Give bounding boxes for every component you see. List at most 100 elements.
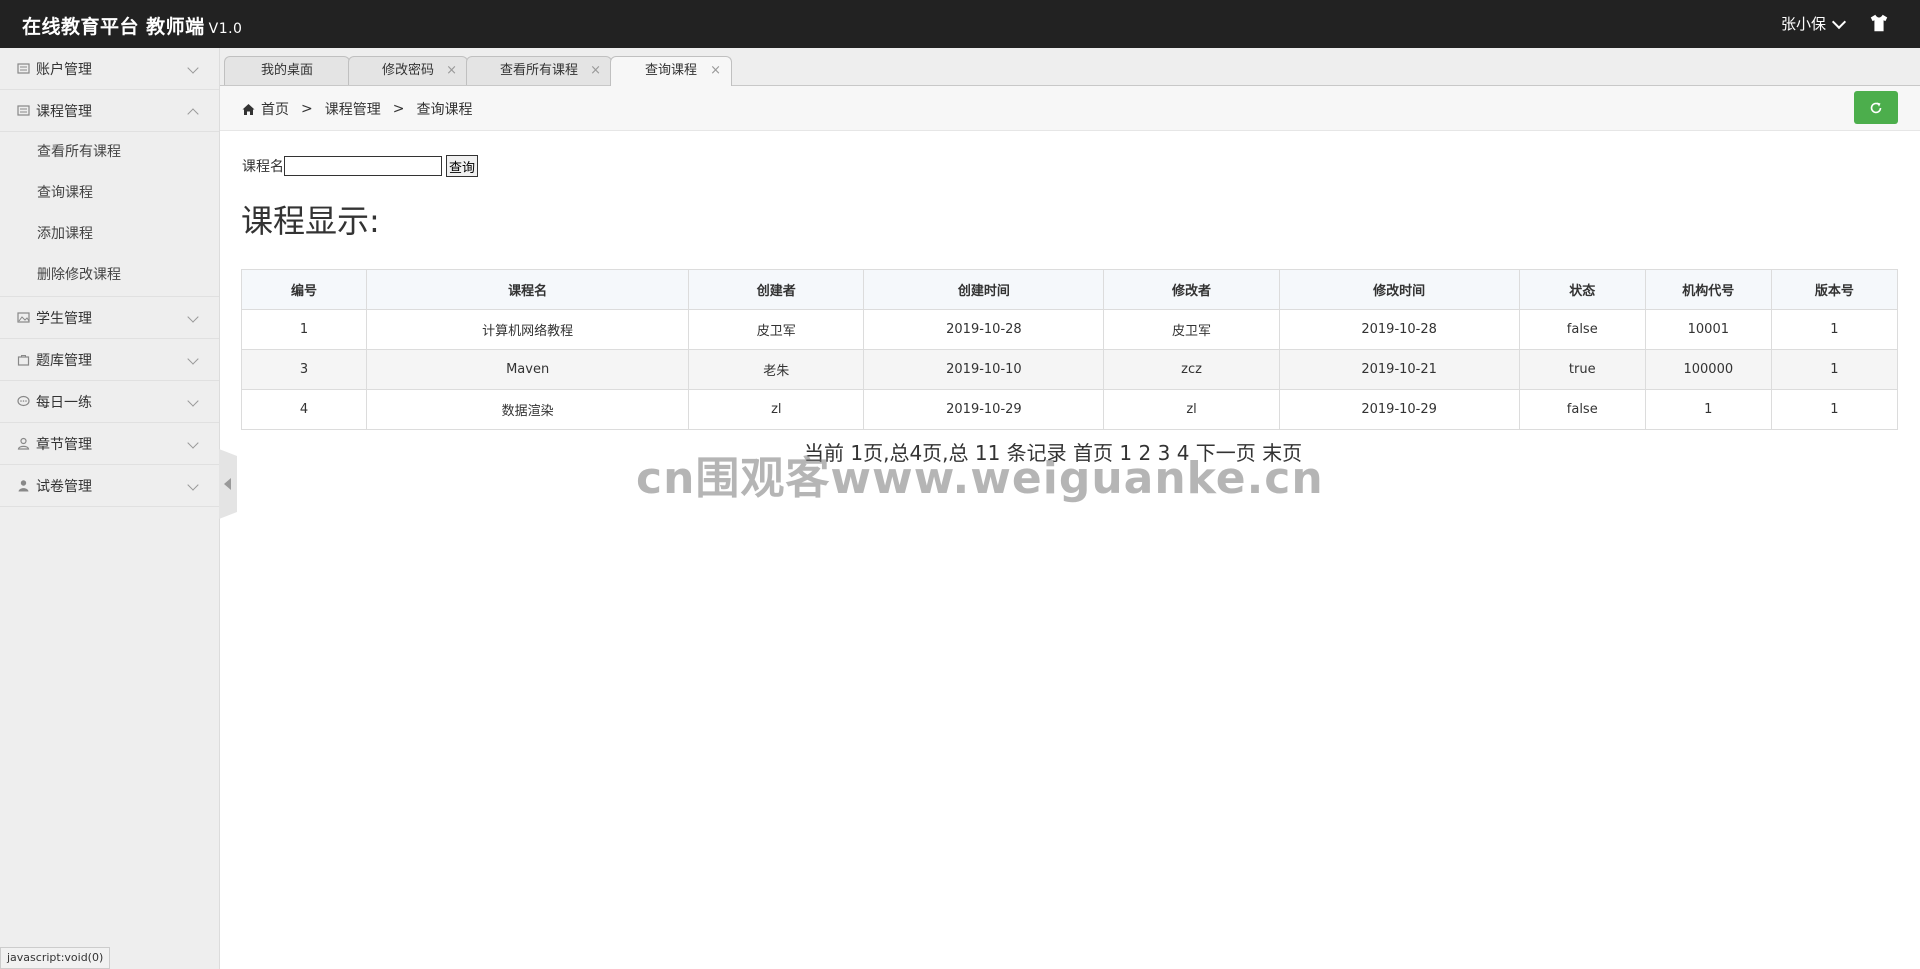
breadcrumb-separator: > [392, 101, 405, 117]
breadcrumb-bar: 首页 > 课程管理 > 查询课程 [220, 86, 1920, 131]
tab-view-all-courses[interactable]: 查看所有课程 × [466, 56, 612, 85]
refresh-icon [1870, 102, 1882, 113]
tab-change-password[interactable]: 修改密码 × [348, 56, 468, 85]
column-header: 机构代号 [1644, 269, 1772, 310]
pagination-page-4[interactable]: 4 [1177, 441, 1190, 465]
course-name-input[interactable] [284, 156, 442, 176]
table-cell: 皮卫军 [1103, 309, 1280, 350]
pagination-page-3[interactable]: 3 [1158, 441, 1171, 465]
tshirt-icon[interactable] [1868, 12, 1890, 34]
close-icon[interactable]: × [446, 57, 457, 85]
table-cell: false [1518, 309, 1646, 350]
chat-icon [17, 395, 30, 408]
table-cell: 数据渲染 [366, 389, 690, 430]
sidebar-item-chapters[interactable]: 章节管理 [0, 423, 219, 465]
table-row: 3 Maven 老朱 2019-10-10 zcz 2019-10-21 tru… [240, 349, 1899, 390]
sidebar-item-label: 试卷管理 [36, 478, 92, 495]
tab-label: 查看所有课程 [499, 63, 578, 78]
tab-label: 修改密码 [381, 63, 434, 78]
tab-my-desktop[interactable]: 我的桌面 [224, 56, 350, 85]
table-cell: Maven [366, 349, 690, 390]
breadcrumb-home[interactable]: 首页 [261, 99, 289, 119]
sidebar-item-course[interactable]: 课程管理 [0, 90, 219, 132]
refresh-button[interactable] [1854, 91, 1898, 124]
table-cell: 4 [240, 389, 368, 430]
table-cell: 1 [1770, 389, 1899, 430]
section-title: 课程显示: [241, 202, 380, 240]
table-cell: 2019-10-29 [1278, 389, 1520, 430]
sidebar-item-label: 课程管理 [36, 103, 92, 120]
table-cell: zl [1103, 389, 1280, 430]
bag-icon [17, 353, 30, 366]
close-icon[interactable]: × [590, 57, 601, 85]
chevron-down-icon [187, 311, 199, 323]
table-header-row: 编号 课程名 创建者 创建时间 修改者 修改时间 状态 机构代号 版本号 [240, 269, 1899, 310]
sidebar-item-label: 账户管理 [36, 61, 92, 78]
sidebar-collapse-toggle[interactable] [219, 449, 237, 519]
sidebar-subitem-query-course[interactable]: 查询课程 [0, 173, 219, 214]
pagination-next[interactable]: 下一页 [1196, 441, 1256, 465]
table-cell: 3 [240, 349, 368, 390]
query-button[interactable]: 查询 [446, 155, 479, 177]
sidebar-item-question-bank[interactable]: 题库管理 [0, 339, 219, 381]
breadcrumb-current: 查询课程 [416, 102, 473, 118]
search-label: 课程名 [242, 159, 284, 175]
sidebar-item-label: 题库管理 [36, 352, 92, 369]
chevron-down-icon [1831, 14, 1847, 29]
column-header: 创建者 [688, 269, 865, 310]
table-cell: 2019-10-21 [1278, 349, 1520, 390]
sidebar-item-exams[interactable]: 试卷管理 [0, 465, 219, 507]
search-form: 课程名 查询 [242, 155, 479, 177]
tab-label: 查询课程 [644, 63, 697, 78]
pagination-page-2[interactable]: 2 [1139, 441, 1152, 465]
sidebar-subitem-edit-delete-course[interactable]: 删除修改课程 [0, 255, 219, 296]
pagination-summary: 当前 1页,总4页,总 11 条记录 [804, 441, 1067, 465]
top-navbar: 在线教育平台 教师端 V1.0 张小保 [0, 0, 1920, 48]
user-menu[interactable]: 张小保 [1780, 13, 1847, 34]
sidebar-item-label: 学生管理 [36, 310, 92, 327]
table-cell: 1 [240, 309, 368, 350]
pagination-last[interactable]: 末页 [1262, 441, 1302, 465]
user-name: 张小保 [1780, 15, 1826, 33]
column-header: 状态 [1518, 269, 1646, 310]
table-cell: 1 [1770, 309, 1899, 350]
breadcrumb-course-management[interactable]: 课程管理 [325, 99, 381, 119]
sidebar: 账户管理 课程管理 查看所有课程 查询课程 添加课程 删除修改课程 学生管理 题… [0, 48, 220, 969]
sidebar-item-daily-practice[interactable]: 每日一练 [0, 381, 219, 423]
table-cell: 皮卫军 [688, 309, 865, 350]
column-header: 修改者 [1103, 269, 1280, 310]
table-cell: true [1518, 349, 1646, 390]
breadcrumb-separator: > [301, 101, 313, 117]
column-header: 课程名 [366, 269, 690, 310]
table-cell: zcz [1103, 349, 1280, 390]
chevron-down-icon [187, 353, 199, 365]
column-header: 创建时间 [863, 269, 1105, 310]
user-outline-icon [17, 437, 30, 450]
column-header: 编号 [240, 269, 368, 310]
course-table: 编号 课程名 创建者 创建时间 修改者 修改时间 状态 机构代号 版本号 1 计… [240, 269, 1899, 430]
sidebar-subitem-view-all-courses[interactable]: 查看所有课程 [0, 132, 219, 173]
pagination-first[interactable]: 首页 [1073, 441, 1113, 465]
table-cell: 2019-10-28 [863, 309, 1105, 350]
tab-query-course[interactable]: 查询课程 × [610, 56, 732, 86]
close-icon[interactable]: × [710, 57, 721, 85]
chevron-down-icon [187, 62, 199, 74]
home-icon [242, 103, 255, 115]
table-cell: false [1518, 389, 1646, 430]
sidebar-subitem-add-course[interactable]: 添加课程 [0, 214, 219, 255]
sidebar-item-students[interactable]: 学生管理 [0, 296, 219, 339]
brand-title[interactable]: 在线教育平台 教师端 V1.0 [22, 12, 242, 39]
brand-name: 在线教育平台 教师端 [22, 16, 205, 38]
table-cell: 1 [1644, 389, 1772, 430]
column-header: 修改时间 [1278, 269, 1520, 310]
sidebar-item-account[interactable]: 账户管理 [0, 48, 219, 90]
pagination-page-1[interactable]: 1 [1119, 441, 1132, 465]
user-icon [17, 479, 30, 492]
table-cell: 2019-10-10 [863, 349, 1105, 390]
breadcrumb: 首页 > 课程管理 > 查询课程 [242, 99, 472, 119]
sidebar-item-label: 每日一练 [36, 394, 92, 411]
table-cell: 计算机网络教程 [366, 309, 690, 350]
browser-status-bar: javascript:void(0) [0, 947, 111, 969]
brand-version: V1.0 [208, 21, 243, 37]
pagination: 当前 1页,总4页,总 11 条记录 首页 1 2 3 4 下一页 末页 [804, 437, 1302, 466]
